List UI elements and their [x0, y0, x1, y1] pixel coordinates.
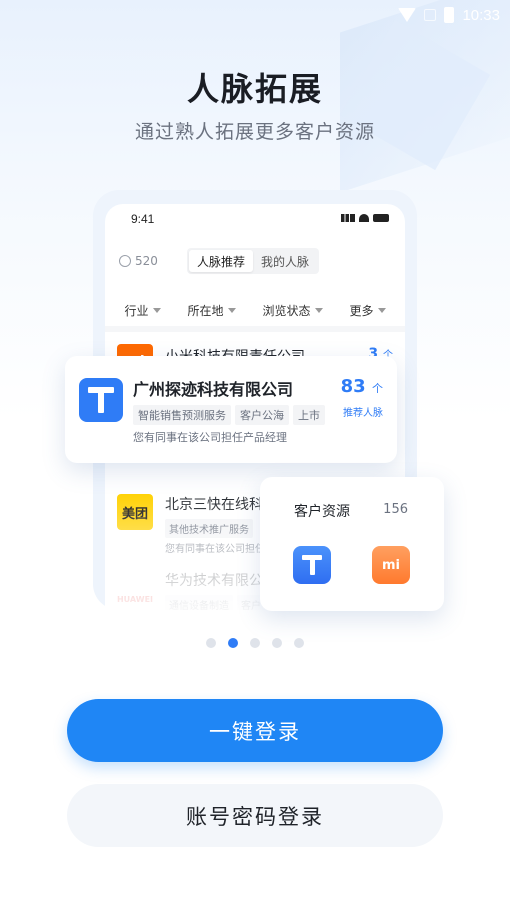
company-tags: 通信设备制造 客户 — [165, 594, 269, 610]
pager-dot-active[interactable] — [228, 638, 238, 648]
mockup-tabs: 人脉推荐 我的人脉 — [187, 248, 320, 274]
tanji-app-icon — [293, 546, 331, 584]
pager-dot[interactable] — [250, 638, 260, 648]
pager-dot[interactable] — [294, 638, 304, 648]
wifi-icon — [359, 214, 369, 222]
xiaomi-app-icon: mi — [372, 546, 410, 584]
company-tags: 其他技术推广服务 — [165, 518, 257, 538]
company-name: 广州探迹科技有限公司 — [133, 380, 294, 399]
tag: 客户公海 — [235, 405, 289, 425]
status-time: 10:33 — [462, 6, 500, 24]
chevron-down-icon — [152, 308, 161, 313]
chevron-down-icon — [377, 308, 386, 313]
coin-icon — [119, 255, 131, 267]
mockup-status-bar: 9:41 — [131, 212, 389, 228]
tanji-logo-icon — [79, 378, 123, 422]
tag: 智能销售预测服务 — [133, 405, 231, 425]
mockup-filters: 行业 所在地 浏览状态 更多 — [105, 302, 405, 319]
pager-dot[interactable] — [206, 638, 216, 648]
divider — [105, 326, 405, 332]
coin-count: 520 — [135, 254, 158, 268]
chevron-down-icon — [227, 308, 236, 313]
filter-browse-status: 浏览状态 — [262, 302, 323, 319]
tag: 其他技术推广服务 — [165, 519, 253, 538]
filter-location: 所在地 — [187, 302, 236, 319]
status-bar: 10:33 — [0, 0, 510, 30]
tag: 通信设备制造 — [165, 595, 233, 610]
company-note: 您有同事在该公司担任产品经理 — [133, 431, 287, 444]
battery-icon — [444, 7, 455, 23]
logo-text: HUAWEI — [116, 595, 154, 604]
wifi-icon — [398, 8, 417, 22]
no-signal-icon — [424, 9, 437, 21]
filter-label: 所在地 — [187, 304, 224, 318]
company-name: 北京三快在线科 — [165, 497, 263, 513]
meituan-logo: 美团 — [117, 494, 153, 530]
filter-industry: 行业 — [124, 302, 161, 319]
signal-icon — [341, 214, 355, 222]
t-letter-mark — [302, 555, 322, 575]
filter-label: 更多 — [349, 304, 374, 318]
company-name: 华为技术有限公 — [165, 573, 263, 589]
chevron-down-icon — [314, 308, 323, 313]
logo-text: 美团 — [121, 506, 148, 522]
filter-more: 更多 — [349, 302, 386, 319]
mockup-time: 9:41 — [131, 212, 155, 226]
pager-dot[interactable] — [272, 638, 282, 648]
huawei-logo: HUAWEI — [117, 570, 153, 606]
tab-recommend: 人脉推荐 — [189, 250, 254, 272]
page-subtitle: 通过熟人拓展更多客户资源 — [134, 121, 375, 143]
count-unit: 个 — [372, 382, 383, 395]
count-label: 推荐人脉 — [343, 408, 383, 419]
logo-text: mi — [381, 557, 400, 573]
one-click-login-button[interactable]: 一键登录 — [67, 699, 443, 762]
featured-company-card: 广州探迹科技有限公司 智能销售预测服务 客户公海 上市 您有同事在该公司担任产品经理… — [65, 356, 397, 463]
password-login-button[interactable]: 账号密码登录 — [67, 784, 443, 847]
customer-resources-card: 客户资源 156 mi — [260, 477, 444, 611]
tag: 上市 — [293, 405, 325, 425]
contact-count: 83 个 — [341, 376, 383, 397]
carousel-pager[interactable] — [0, 638, 510, 648]
resources-count: 156 — [383, 502, 408, 517]
resources-title: 客户资源 — [294, 504, 350, 520]
tab-my-contacts: 我的人脉 — [261, 255, 310, 269]
page-title: 人脉拓展 — [186, 70, 323, 108]
filter-label: 行业 — [124, 304, 149, 318]
company-tags: 智能销售预测服务 客户公海 上市 — [133, 404, 329, 425]
company-note: 您有同事在该公司担任 — [165, 544, 265, 555]
t-letter-mark — [88, 387, 114, 413]
coin-balance: 520 — [119, 254, 158, 268]
count-value: 83 — [340, 376, 366, 397]
filter-label: 浏览状态 — [262, 304, 311, 318]
battery-icon — [373, 214, 389, 222]
